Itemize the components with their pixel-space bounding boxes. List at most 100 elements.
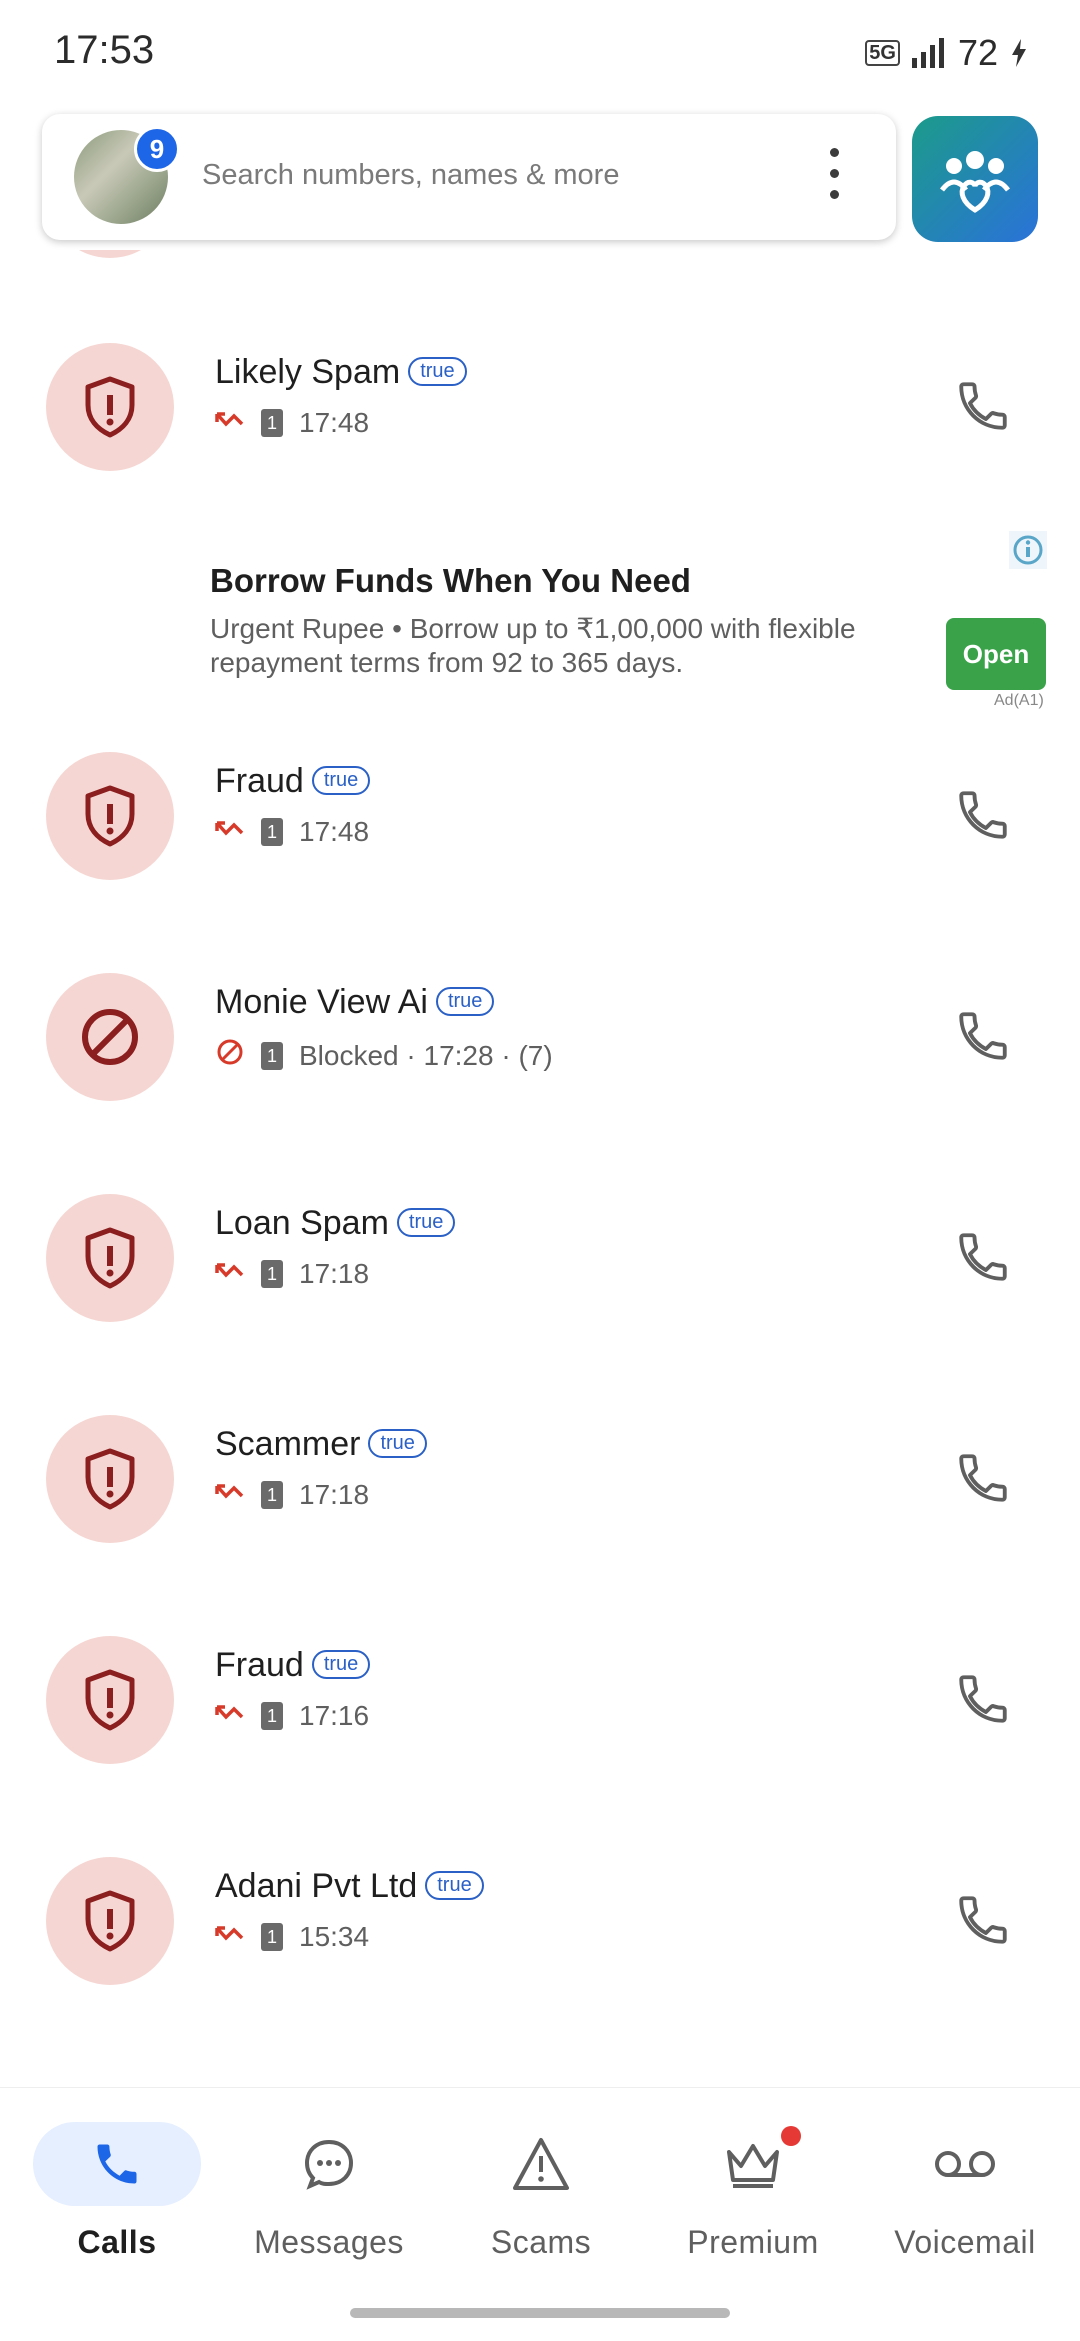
call-icon — [959, 1012, 1007, 1060]
caller-tag-badge: true — [435, 986, 495, 1016]
crown-icon — [727, 2144, 779, 2188]
missed-call-icon — [215, 821, 244, 836]
call-button[interactable] — [954, 377, 1012, 435]
ad-label: Ad(A1) — [994, 692, 1044, 709]
status-bar: 17:53 5G 72 — [0, 0, 1080, 100]
family-protection-button[interactable] — [912, 116, 1038, 242]
nav-premium-label: Premium — [687, 2224, 819, 2260]
nav-calls[interactable]: Calls — [17, 2122, 217, 2261]
missed-call-icon — [215, 1705, 244, 1720]
caller-name-line: Monie View Ai true — [215, 983, 495, 1022]
call-log-row[interactable]: Scammer true 1 17:18 — [0, 1415, 1080, 1617]
call-time: 17:16 — [299, 1700, 370, 1731]
caller-name: Likely Spam — [215, 353, 401, 391]
call-meta: 1 17:18 — [215, 1258, 369, 1290]
caller-tag-badge: true — [311, 1649, 371, 1679]
caller-name-line: Scammer true — [215, 1425, 427, 1464]
caller-tag-badge: true — [396, 1207, 456, 1237]
nav-messages[interactable]: Messages — [229, 2122, 429, 2261]
search-input[interactable] — [200, 158, 764, 193]
call-meta: 1 15:34 — [215, 1921, 369, 1953]
sim-icon: 1 — [261, 1041, 283, 1070]
blocked-call-icon — [217, 1039, 243, 1065]
ad-open-button[interactable]: Open — [946, 618, 1046, 690]
premium-notification-dot — [781, 2126, 801, 2146]
caller-name: Scammer — [215, 1425, 361, 1463]
missed-call-type-icon — [215, 1479, 245, 1511]
call-button[interactable] — [954, 1228, 1012, 1286]
network-type-icon: 5G — [865, 40, 900, 66]
signal-icon — [911, 38, 944, 68]
caller-name: Loan Spam — [215, 1204, 389, 1242]
call-log-row[interactable]: Loan Spam true 1 17:18 — [0, 1194, 1080, 1396]
caller-name: Fraud — [215, 762, 304, 800]
ad-body: Urgent Rupee • Borrow up to ₹1,00,000 wi… — [210, 613, 856, 678]
shield-alert-icon — [85, 1448, 135, 1510]
call-button[interactable] — [954, 786, 1012, 844]
call-button[interactable] — [954, 1449, 1012, 1507]
caller-icon-circle — [46, 1415, 174, 1543]
sponsored-ad[interactable]: Borrow Funds When You Need Urgent Rupee … — [0, 530, 1080, 720]
call-time: 17:48 — [299, 407, 370, 438]
caller-tag-badge: true — [425, 1870, 484, 1900]
call-meta: 1 17:16 — [215, 1700, 369, 1732]
sim-icon: 1 — [261, 1260, 283, 1288]
call-meta: 1 17:18 — [215, 1479, 369, 1511]
nav-calls-label: Calls — [77, 2224, 157, 2260]
ad-title: Borrow Funds When You Need — [210, 562, 691, 599]
caller-tag-badge: true — [368, 1428, 427, 1458]
nav-messages-label: Messages — [254, 2224, 404, 2260]
call-log-row[interactable]: Monie View Ai true 1 Blocked · 17:28 · (7) — [0, 973, 1080, 1175]
caller-icon-circle — [46, 973, 174, 1101]
caller-icon-circle — [46, 343, 174, 471]
nav-premium[interactable]: Premium — [653, 2122, 853, 2261]
shield-alert-icon — [85, 1890, 135, 1952]
call-button[interactable] — [954, 1891, 1012, 1949]
sim-icon: 1 — [261, 1481, 283, 1509]
blocked-icon — [82, 1009, 138, 1065]
family-icon — [940, 151, 1010, 213]
call-log-row[interactable]: Adani Pvt Ltd true 1 15:34 — [0, 1857, 1080, 2059]
shield-alert-icon — [85, 1227, 135, 1289]
call-log-row[interactable]: Fraud true 1 17:16 — [0, 1636, 1080, 1838]
nav-voicemail[interactable]: Voicemail — [865, 2122, 1065, 2261]
missed-call-type-icon — [215, 1700, 245, 1732]
caller-name-line: Adani Pvt Ltd true — [215, 1867, 484, 1906]
caller-name-line: Fraud true — [215, 1646, 371, 1685]
more-options-icon[interactable] — [822, 148, 846, 208]
caller-name-line: Fraud true — [215, 762, 371, 801]
call-button[interactable] — [954, 1670, 1012, 1728]
call-time: 17:18 — [299, 1258, 370, 1289]
call-icon — [959, 382, 1007, 430]
call-button[interactable] — [954, 1007, 1012, 1065]
caller-icon-circle — [46, 1636, 174, 1764]
missed-call-icon — [215, 1263, 244, 1278]
call-log-row[interactable]: Likely Spam true 1 17:48 — [0, 343, 1080, 545]
caller-icon-circle — [46, 1857, 174, 1985]
sim-icon: 1 — [261, 818, 283, 846]
call-log-row[interactable]: Fraud true 1 17:48 — [0, 752, 1080, 954]
nav-scams-label: Scams — [490, 2224, 592, 2260]
phone-icon — [97, 2144, 137, 2184]
call-meta: 1 17:48 — [215, 816, 369, 848]
nav-scams[interactable]: Scams — [441, 2122, 641, 2261]
call-status: Blocked · 17:28 · (7) — [299, 1039, 553, 1071]
caller-name-line: Loan Spam true — [215, 1204, 456, 1243]
blocked-call-type-icon — [215, 1037, 245, 1074]
missed-call-type-icon — [215, 407, 245, 439]
message-icon — [304, 2139, 354, 2190]
caller-name-line: Likely Spam true — [215, 353, 467, 392]
voicemail-icon — [935, 2151, 995, 2177]
sim-icon: 1 — [261, 409, 283, 437]
sim-icon: 1 — [261, 1923, 283, 1951]
call-meta: 1 Blocked · 17:28 · (7) — [215, 1037, 553, 1074]
call-meta: 1 17:48 — [215, 407, 369, 439]
notification-badge: 9 — [134, 126, 180, 172]
home-indicator[interactable] — [350, 2308, 730, 2318]
caller-name: Fraud — [215, 1646, 304, 1684]
call-icon — [959, 1454, 1007, 1502]
caller-icon-circle — [46, 752, 174, 880]
caller-name: Monie View Ai — [215, 983, 428, 1021]
call-icon — [959, 1233, 1007, 1281]
battery-level: 72 — [957, 32, 998, 73]
